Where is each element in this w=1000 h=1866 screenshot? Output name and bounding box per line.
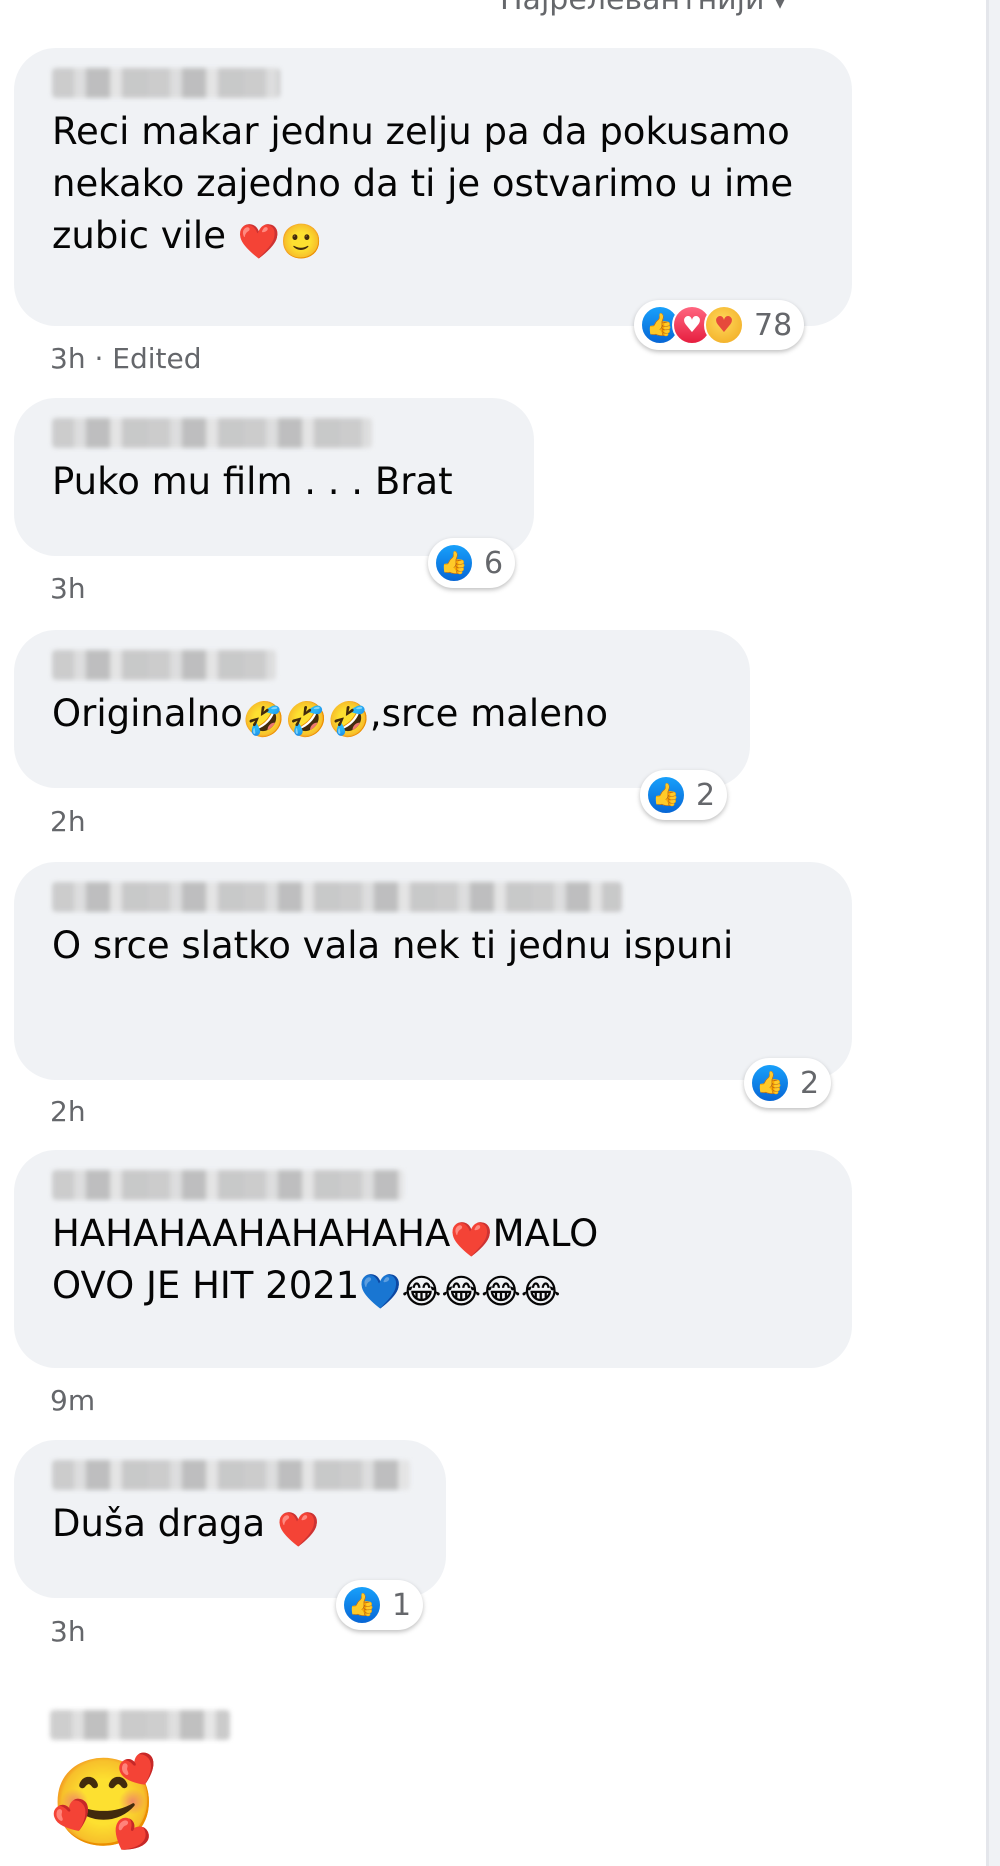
like-icon: 👍 (434, 543, 474, 583)
timestamp[interactable]: 3h (50, 1615, 86, 1648)
commenter-name-blurred[interactable] (50, 1710, 230, 1740)
commenter-name-blurred[interactable] (52, 882, 622, 912)
joy-emoji: 😂 (520, 1272, 561, 1312)
timestamp[interactable]: 3h (50, 572, 86, 605)
blue-heart-emoji: 💙 (359, 1272, 402, 1312)
heart-emoji: ❤️ (450, 1220, 493, 1260)
timestamp[interactable]: 9m (50, 1384, 95, 1417)
comment-text: Originalno🤣🤣🤣,srce maleno (52, 692, 609, 740)
timestamp[interactable]: 3h (50, 342, 86, 375)
comment-bubble: O srce slatko vala nek ti jednu ispuni (14, 862, 852, 1080)
heart-emoji: ❤️ (237, 222, 281, 262)
timestamp[interactable]: 2h (50, 805, 86, 838)
like-icon: 👍 (646, 775, 686, 815)
rofl-emoji: 🤣 (285, 700, 328, 740)
commenter-name-blurred[interactable] (52, 650, 276, 680)
reaction-summary[interactable]: 👍 1 (336, 1580, 424, 1630)
reaction-summary[interactable]: 👍 2 (640, 770, 728, 820)
reaction-summary[interactable]: 👍 6 (428, 538, 516, 588)
care-icon: ♥ (704, 305, 744, 345)
edited-label[interactable]: Edited (112, 342, 201, 375)
reaction-count: 1 (392, 1587, 412, 1623)
comment-bubble: Originalno🤣🤣🤣,srce maleno (14, 630, 750, 788)
commenter-name-blurred[interactable] (52, 1170, 404, 1200)
joy-emoji: 😂 (441, 1272, 482, 1312)
comment-text: O srce slatko vala nek ti jednu ispuni (52, 924, 734, 967)
joy-emoji: 😂 (401, 1272, 442, 1312)
comment-text: HAHAHAAHAHAHAHA❤️MALO OVO JE HIT 2021💙😂😂… (52, 1212, 599, 1312)
chevron-down-icon: ▾ (774, 0, 786, 15)
scrollbar-track[interactable] (986, 0, 1000, 1866)
like-icon: 👍 (342, 1585, 382, 1625)
comment-meta: 3h · Edited (50, 342, 202, 375)
comment-bubble: HAHAHAAHAHAHAHA❤️MALO OVO JE HIT 2021💙😂😂… (14, 1150, 852, 1368)
reaction-count: 2 (800, 1065, 820, 1101)
comment-bubble: Reci makar jednu zelju pa da pokusamo ne… (14, 48, 852, 326)
joy-emoji: 😂 (481, 1272, 521, 1312)
commenter-name-blurred[interactable] (52, 1460, 410, 1490)
smile-emoji: 🙂 (280, 222, 323, 262)
sort-label: Најрелевантнији (500, 0, 765, 17)
rofl-emoji: 🤣 (327, 700, 370, 740)
smiling-hearts-emoji: 🥰 (50, 1753, 158, 1853)
comment-bubble: Puko mu film . . . Brat (14, 398, 534, 556)
rofl-emoji: 🤣 (242, 700, 286, 740)
comment-text: Reci makar jednu zelju pa da pokusamo ne… (52, 110, 805, 262)
reaction-count: 2 (696, 777, 716, 813)
reaction-count: 78 (754, 307, 793, 343)
timestamp[interactable]: 2h (50, 1095, 86, 1128)
comment-sort-dropdown[interactable]: Најрелевантнији ▾ (500, 0, 786, 17)
commenter-name-blurred[interactable] (52, 68, 280, 98)
reaction-count: 6 (484, 545, 504, 581)
reaction-summary[interactable]: 👍 2 (744, 1058, 832, 1108)
commenter-name-blurred[interactable] (52, 418, 372, 448)
comment-bubble: Duša draga ❤️ (14, 1440, 446, 1598)
like-icon: 👍 (750, 1063, 790, 1103)
comment-text: Puko mu film . . . Brat (52, 460, 453, 503)
heart-emoji: ❤️ (276, 1510, 320, 1550)
comment-text: Duša draga ❤️ (52, 1502, 320, 1550)
reaction-summary[interactable]: 👍 ♥ ♥ 78 (634, 300, 805, 350)
